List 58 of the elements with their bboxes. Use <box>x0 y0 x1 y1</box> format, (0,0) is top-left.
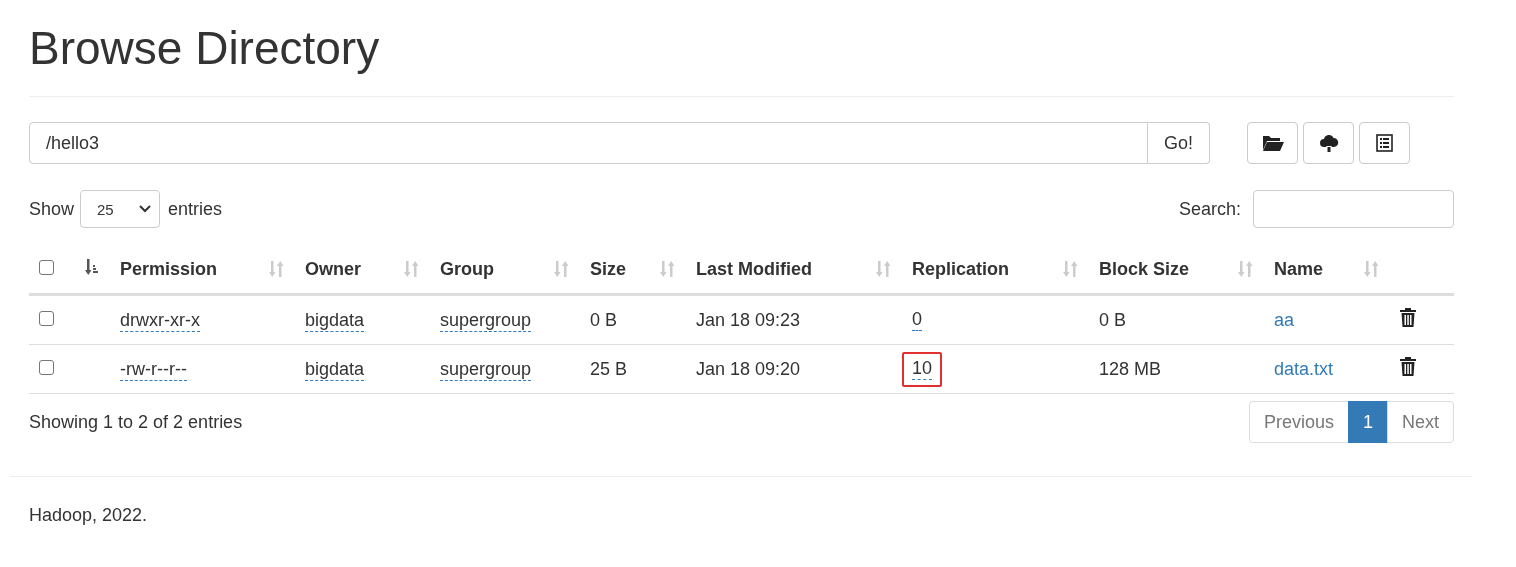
page-title: Browse Directory <box>29 21 381 76</box>
entries-select[interactable]: 25 <box>80 190 161 228</box>
go-button[interactable]: Go! <box>1148 122 1210 164</box>
table-cell: supergroup <box>440 358 532 381</box>
column-header[interactable]: Permission <box>120 258 218 280</box>
sort-icon <box>85 257 101 276</box>
column-header[interactable]: Group <box>440 258 494 280</box>
table-cell: bigdata <box>305 309 365 332</box>
table-cell: 0 B <box>590 309 618 330</box>
column-header[interactable]: Block Size <box>1099 258 1190 280</box>
sort-icon <box>404 260 420 278</box>
table-cell: 128 MB <box>1099 358 1162 379</box>
search-label: Search: <box>1178 198 1241 220</box>
file-link[interactable]: aa <box>1274 309 1295 330</box>
column-header[interactable]: Name <box>1274 258 1324 280</box>
file-link[interactable]: data.txt <box>1274 358 1334 379</box>
table-cell: 25 B <box>590 358 628 379</box>
sort-icon <box>554 260 570 278</box>
table-info: Showing 1 to 2 of 2 entries <box>29 411 243 433</box>
table-cell: drwxr-xr-x <box>120 309 200 332</box>
pagination-button[interactable]: 1 <box>1347 401 1388 443</box>
table-cell: 10 <box>912 357 933 380</box>
column-header[interactable]: Last Modified <box>696 258 812 280</box>
list-button[interactable] <box>1359 122 1410 164</box>
cloud-upload-icon <box>1318 134 1339 152</box>
folder-button[interactable] <box>1247 122 1298 164</box>
column-header[interactable]: Replication <box>912 258 1009 280</box>
checkbox[interactable] <box>39 259 54 275</box>
table-cell: 0 <box>912 308 922 331</box>
pagination-button[interactable]: Previous <box>1248 401 1349 443</box>
table-cell: Jan 18 09:23 <box>696 309 801 330</box>
search-field[interactable] <box>1253 190 1454 228</box>
sort-icon <box>876 260 892 278</box>
table-cell: -rw-r--r-- <box>120 358 187 381</box>
footer-text: Hadoop, 2022. <box>29 505 148 525</box>
table-cell: bigdata <box>305 358 365 381</box>
chevron-down-icon <box>139 205 152 213</box>
table-cell: Jan 18 09:20 <box>696 358 801 379</box>
checkbox[interactable] <box>39 359 54 375</box>
sort-icon <box>660 260 676 278</box>
path-field[interactable]: /hello3 <box>29 122 1148 164</box>
column-header[interactable]: Size <box>590 258 627 280</box>
sort-icon <box>1238 260 1254 278</box>
folder-icon <box>1261 134 1284 152</box>
column-header[interactable]: Owner <box>305 258 361 280</box>
list-icon <box>1376 134 1393 152</box>
upload-button[interactable] <box>1303 122 1354 164</box>
show-label: Show <box>29 198 75 220</box>
pagination-button[interactable]: Next <box>1387 401 1454 443</box>
sort-icon <box>269 260 285 278</box>
trash-icon[interactable] <box>1400 357 1416 376</box>
sort-icon <box>1364 260 1380 278</box>
trash-icon[interactable] <box>1400 308 1416 327</box>
table-cell: supergroup <box>440 309 532 332</box>
entries-label: entries <box>168 198 223 220</box>
table-cell: 0 B <box>1099 309 1127 330</box>
sort-icon <box>1063 260 1079 278</box>
checkbox[interactable] <box>39 310 54 326</box>
